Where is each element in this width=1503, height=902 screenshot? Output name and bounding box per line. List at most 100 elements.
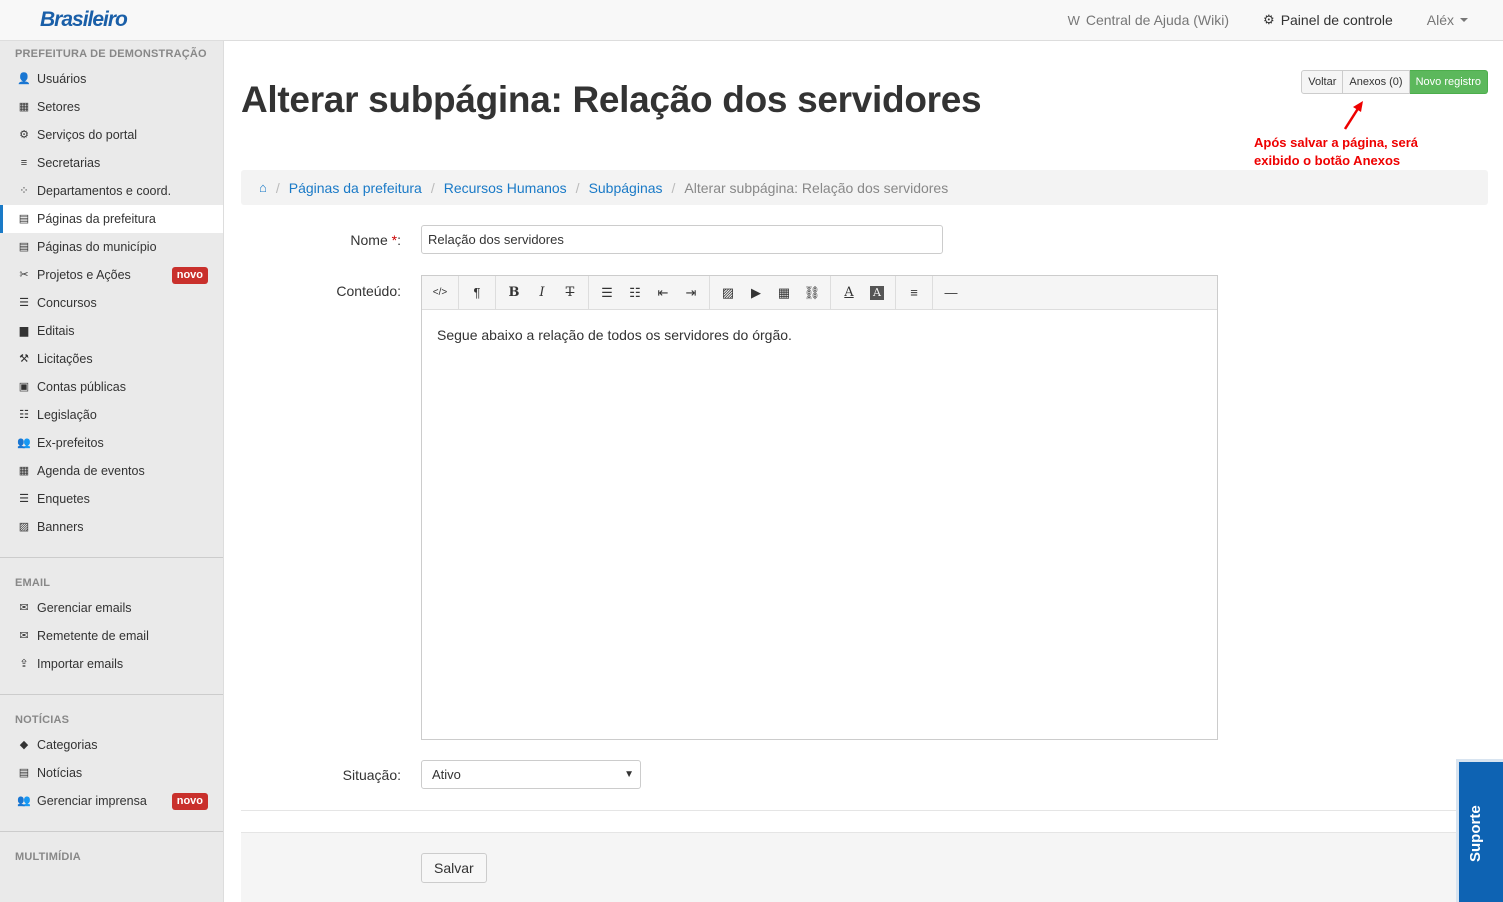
back-button[interactable]: Voltar (1301, 70, 1344, 94)
sidebar-item-icon: ≡ (20, 157, 28, 169)
sidebar-item-icon: ✂ (19, 269, 29, 281)
align-icon[interactable]: ≡ (900, 278, 928, 308)
sidebar-item-icon: ⇪ (19, 658, 29, 670)
brand-logo[interactable]: Brasileiro (40, 8, 128, 32)
horizontal-rule-button[interactable]: — (937, 278, 965, 308)
sidebar-item[interactable]: ▨ Banners (0, 513, 223, 541)
bold-button[interactable]: B (500, 278, 528, 308)
editor-content-area[interactable]: Segue abaixo a relação de todos os servi… (422, 310, 1217, 360)
sidebar-item[interactable]: ✂ Projetos e Ações novo (0, 261, 223, 289)
breadcrumb-link[interactable]: Páginas da prefeitura (289, 180, 422, 196)
sidebar-item[interactable]: 👤 Usuários (0, 65, 223, 93)
sidebar-item[interactable]: 👥 Gerenciar imprensa novo (0, 787, 223, 815)
sidebar-item[interactable]: ☰ Enquetes (0, 485, 223, 513)
sidebar-item[interactable]: ▆ Editais (0, 317, 223, 345)
sidebar-item[interactable]: ☰ Concursos (0, 289, 223, 317)
strikethrough-button[interactable]: T (556, 278, 584, 308)
sidebar-item[interactable]: 👥 Ex-prefeitos (0, 429, 223, 457)
sidebar-item-label: Ex-prefeitos (37, 436, 104, 450)
sidebar-item-icon: ▤ (18, 241, 30, 253)
annotation-note: Após salvar a página, será exibido o bot… (1254, 135, 1419, 168)
paragraph-style-button[interactable]: ¶ (463, 278, 491, 308)
control-panel-label: Painel de controle (1280, 12, 1393, 28)
numbered-list-icon[interactable]: ☷ (621, 278, 649, 308)
sidebar-item[interactable]: ☷ Legislação (0, 401, 223, 429)
sidebar-item[interactable]: ⇪ Importar emails (0, 650, 223, 678)
sidebar-item-label: Licitações (37, 352, 93, 366)
name-label: Nome *: (241, 232, 401, 248)
attachments-button[interactable]: Anexos (0) (1343, 70, 1410, 94)
sidebar-item[interactable]: ≡ Secretarias (0, 149, 223, 177)
new-badge: novo (171, 793, 208, 810)
sidebar-item[interactable]: ⚙ Serviços do portal (0, 121, 223, 149)
breadcrumb-link[interactable]: Subpáginas (589, 180, 663, 196)
sidebar-item-icon: ⚒ (19, 353, 29, 365)
breadcrumb-current: Alterar subpágina: Relação dos servidore… (684, 179, 949, 196)
sidebar-item-label: Gerenciar imprensa (37, 794, 147, 808)
breadcrumb: ⌂ / Páginas da prefeitura / Recursos Hum… (241, 170, 1488, 205)
header-actions: Voltar Anexos (0) Novo registro (1301, 70, 1488, 94)
user-menu[interactable]: Aléx (1410, 0, 1503, 40)
text-background-button[interactable]: A (870, 285, 884, 300)
video-icon[interactable]: ▶ (742, 278, 770, 308)
indent-icon[interactable]: ⇥ (677, 278, 705, 308)
save-button[interactable]: Salvar (421, 853, 487, 883)
breadcrumb-link[interactable]: Recursos Humanos (444, 180, 567, 196)
form-actions-bar: Salvar (241, 832, 1488, 902)
sidebar-divider (0, 831, 223, 832)
table-icon[interactable]: ▦ (770, 278, 798, 308)
sidebar-item-label: Serviços do portal (37, 128, 138, 142)
sidebar-item-icon: ✉ (19, 602, 29, 614)
status-select[interactable]: Ativo ▼ (421, 760, 641, 789)
sidebar-item-label: Banners (37, 520, 84, 534)
sidebar-item[interactable]: ⁘ Departamentos e coord. (0, 177, 223, 205)
wiki-icon: W (1067, 12, 1080, 28)
sidebar-item-label: Secretarias (37, 156, 101, 170)
sidebar-item-label: Setores (37, 100, 81, 114)
sidebar-item-icon: ▤ (18, 767, 30, 779)
annotation-arrow-icon (1343, 101, 1363, 130)
sidebar-item[interactable]: ▤ Páginas da prefeitura (0, 205, 223, 233)
sidebar-item[interactable]: ▦ Agenda de eventos (0, 457, 223, 485)
name-label-colon: : (397, 232, 401, 248)
sidebar-item[interactable]: ✉ Gerenciar emails (0, 594, 223, 622)
sidebar-item-icon: ⁘ (19, 185, 29, 197)
home-icon[interactable]: ⌂ (259, 180, 267, 195)
sidebar-divider (0, 694, 223, 695)
sidebar-item[interactable]: ▦ Setores (0, 93, 223, 121)
name-input[interactable]: Relação dos servidores (421, 225, 943, 254)
sidebar-item-icon: 👤 (17, 73, 31, 85)
sidebar-item[interactable]: ⚒ Licitações (0, 345, 223, 373)
sidebar-item-label: Concursos (37, 296, 97, 310)
sidebar-item[interactable]: ▤ Notícias (0, 759, 223, 787)
sidebar-item-label: Gerenciar emails (37, 601, 132, 615)
new-badge: novo (171, 267, 208, 284)
sidebar-item-icon: ◆ (19, 739, 29, 751)
sidebar-item-label: Páginas da prefeitura (37, 212, 156, 226)
content-editor: </> ¶ B I T ☰ ☷ ⇤ ⇥ ▨ ▶ ▦ ⛓ A A ≡ — Segu… (421, 275, 1218, 740)
new-record-button[interactable]: Novo registro (1409, 70, 1488, 94)
sidebar-item-icon: ▨ (18, 521, 30, 533)
help-wiki-link[interactable]: W Central de Ajuda (Wiki) (1051, 0, 1246, 40)
sidebar-item-icon: 👥 (17, 795, 31, 807)
select-arrow-icon: ▼ (624, 769, 634, 780)
sidebar-item-icon: ☷ (19, 409, 29, 421)
sidebar-item-label: Remetente de email (37, 629, 149, 643)
image-icon[interactable]: ▨ (714, 278, 742, 308)
outdent-icon[interactable]: ⇤ (649, 278, 677, 308)
sidebar-item-label: Projetos e Ações (37, 268, 131, 282)
caret-down-icon (1460, 18, 1468, 22)
code-view-button[interactable]: </> (426, 278, 454, 308)
sidebar-item[interactable]: ▣ Contas públicas (0, 373, 223, 401)
support-tab[interactable]: Suporte (1456, 759, 1503, 902)
sidebar-item-label: Contas públicas (37, 380, 126, 394)
control-panel-link[interactable]: ⚙ Painel de controle (1246, 0, 1410, 40)
bullet-list-icon[interactable]: ☰ (593, 278, 621, 308)
sidebar-item[interactable]: ▤ Páginas do município (0, 233, 223, 261)
sidebar-item[interactable]: ✉ Remetente de email (0, 622, 223, 650)
sidebar-item[interactable]: ◆ Categorias (0, 731, 223, 759)
link-icon[interactable]: ⛓ (798, 278, 826, 308)
italic-button[interactable]: I (528, 278, 556, 308)
sidebar-item-icon: ▤ (18, 213, 30, 225)
text-color-button[interactable]: A (835, 278, 863, 308)
